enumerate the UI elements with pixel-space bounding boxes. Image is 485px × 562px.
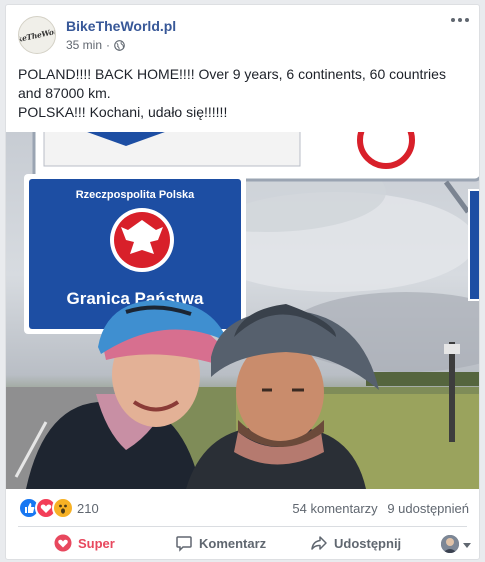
post-meta: 35 min · [66, 38, 125, 52]
share-button[interactable]: Udostępnij [310, 534, 401, 552]
super-button[interactable]: Super [54, 534, 115, 552]
action-bar: Super Komentarz Udostępnij [6, 529, 479, 559]
engagement-stats: 54 komentarzy 9 udostępnień [286, 501, 469, 516]
super-label: Super [78, 535, 115, 551]
dot-icon [465, 18, 469, 22]
post-text-line-1: POLAND!!!! BACK HOME!!!! Over 9 years, 6… [18, 66, 450, 101]
page-name-link[interactable]: BikeTheWorld.pl [66, 18, 176, 34]
globe-icon [114, 39, 125, 51]
divider [18, 526, 467, 527]
love-icon [54, 534, 72, 552]
shares-count[interactable]: 9 udostępnień [387, 501, 469, 516]
post-text-line-2: POLSKA!!! Kochani, udało się!!!!!! [18, 104, 228, 120]
share-label: Udostępnij [334, 535, 402, 551]
chevron-down-icon[interactable] [463, 543, 471, 548]
reaction-count[interactable]: 210 [77, 501, 99, 516]
comments-count[interactable]: 54 komentarzy [292, 501, 377, 516]
dot-icon [458, 18, 462, 22]
dot-icon [451, 18, 455, 22]
post-time[interactable]: 35 min [66, 38, 102, 52]
post-header: BikeTheWorld BikeTheWorld.pl 35 min · [6, 5, 479, 61]
avatar-logo-text: BikeTheWorld [18, 24, 56, 46]
sign-line-1: Rzeczpospolita Polska [76, 189, 195, 201]
wow-icon [52, 497, 74, 519]
share-icon [311, 536, 327, 550]
comment-icon [176, 536, 192, 552]
reaction-icons[interactable] [18, 497, 74, 519]
photo-scene: Rzeczpospolita Polska Granica Państwa [6, 132, 479, 489]
post-photo[interactable]: Rzeczpospolita Polska Granica Państwa [6, 132, 479, 489]
more-options-button[interactable] [451, 18, 469, 22]
reactions-bar: 210 54 komentarzy 9 udostępnień [6, 492, 479, 520]
page-avatar[interactable]: BikeTheWorld [18, 16, 56, 54]
comment-label: Komentarz [199, 535, 267, 551]
comment-button[interactable]: Komentarz [175, 534, 266, 552]
avatar-image [441, 535, 459, 553]
post-card: BikeTheWorld BikeTheWorld.pl 35 min · PO… [5, 4, 480, 560]
post-text: POLAND!!!! BACK HOME!!!! Over 9 years, 6… [18, 65, 468, 122]
profile-avatar[interactable] [441, 535, 459, 553]
